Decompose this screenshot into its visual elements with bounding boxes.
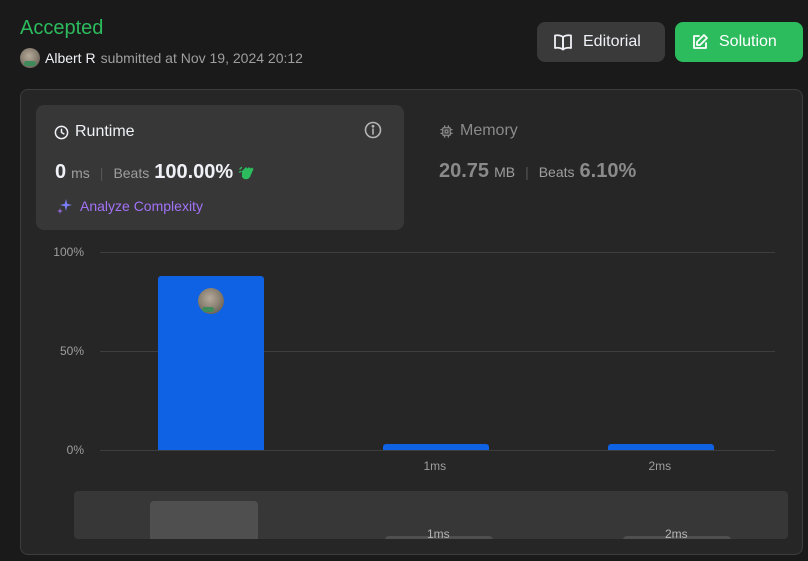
x-tick-label: 2ms (648, 459, 672, 473)
chart-bar[interactable] (607, 444, 714, 450)
gridline (100, 450, 775, 451)
edit-icon (693, 34, 708, 49)
info-icon[interactable] (364, 121, 382, 139)
analyze-complexity-label: Analyze Complexity (80, 198, 203, 214)
submitted-text: submitted at Nov 19, 2024 20:12 (100, 50, 303, 66)
status-title: Accepted (20, 17, 104, 39)
y-tick-label: 100% (53, 245, 84, 259)
runtime-unit: ms (71, 165, 90, 181)
x-tick-label: 1ms (423, 459, 447, 473)
analyze-complexity-link[interactable]: Analyze Complexity (56, 197, 203, 215)
avatar[interactable] (20, 48, 40, 68)
runtime-card[interactable]: Runtime 0 ms | Beats 100.00% Analyze Com… (36, 105, 404, 230)
memory-separator: | (525, 164, 529, 180)
y-tick-label: 0% (66, 443, 84, 457)
memory-stat: 20.75 MB | Beats 6.10% (439, 160, 636, 183)
submission-meta: Albert R submitted at Nov 19, 2024 20:12 (20, 48, 303, 68)
runtime-beats-label: Beats (113, 165, 150, 181)
memory-title-text: Memory (460, 122, 518, 139)
user-name[interactable]: Albert R (45, 50, 96, 66)
runtime-beats-value: 100.00% (154, 161, 234, 183)
runtime-title-text: Runtime (75, 123, 135, 140)
y-tick-label: 50% (59, 344, 84, 358)
avatar (197, 287, 224, 314)
runtime-stat: 0 ms | Beats 100.00% (55, 161, 257, 184)
memory-value: 20.75 (439, 160, 490, 182)
chart-bar[interactable] (382, 444, 489, 450)
gridline (100, 252, 775, 253)
chart-minimap[interactable]: 1ms 2ms (74, 491, 788, 539)
memory-unit: MB (494, 164, 516, 180)
chip-icon (440, 124, 453, 138)
memory-beats-label: Beats (538, 164, 575, 180)
minimap-tick-label: 2ms (665, 527, 688, 539)
runtime-separator: | (99, 165, 104, 181)
runtime-title: Runtime (54, 123, 135, 141)
solution-button[interactable]: Solution (675, 22, 803, 62)
clock-icon (54, 125, 69, 139)
memory-title[interactable]: Memory (439, 122, 518, 140)
solution-label: Solution (719, 33, 777, 50)
runtime-value: 0 (55, 161, 67, 183)
minimap-tick-label: 1ms (427, 527, 450, 539)
memory-beats-value: 6.10% (579, 160, 637, 182)
minimap-bar (150, 500, 258, 539)
book-icon (554, 34, 572, 51)
sparkle-icon (57, 199, 72, 214)
editorial-label: Editorial (583, 33, 641, 50)
editorial-button[interactable]: Editorial (537, 22, 665, 62)
clap-icon (239, 166, 254, 179)
